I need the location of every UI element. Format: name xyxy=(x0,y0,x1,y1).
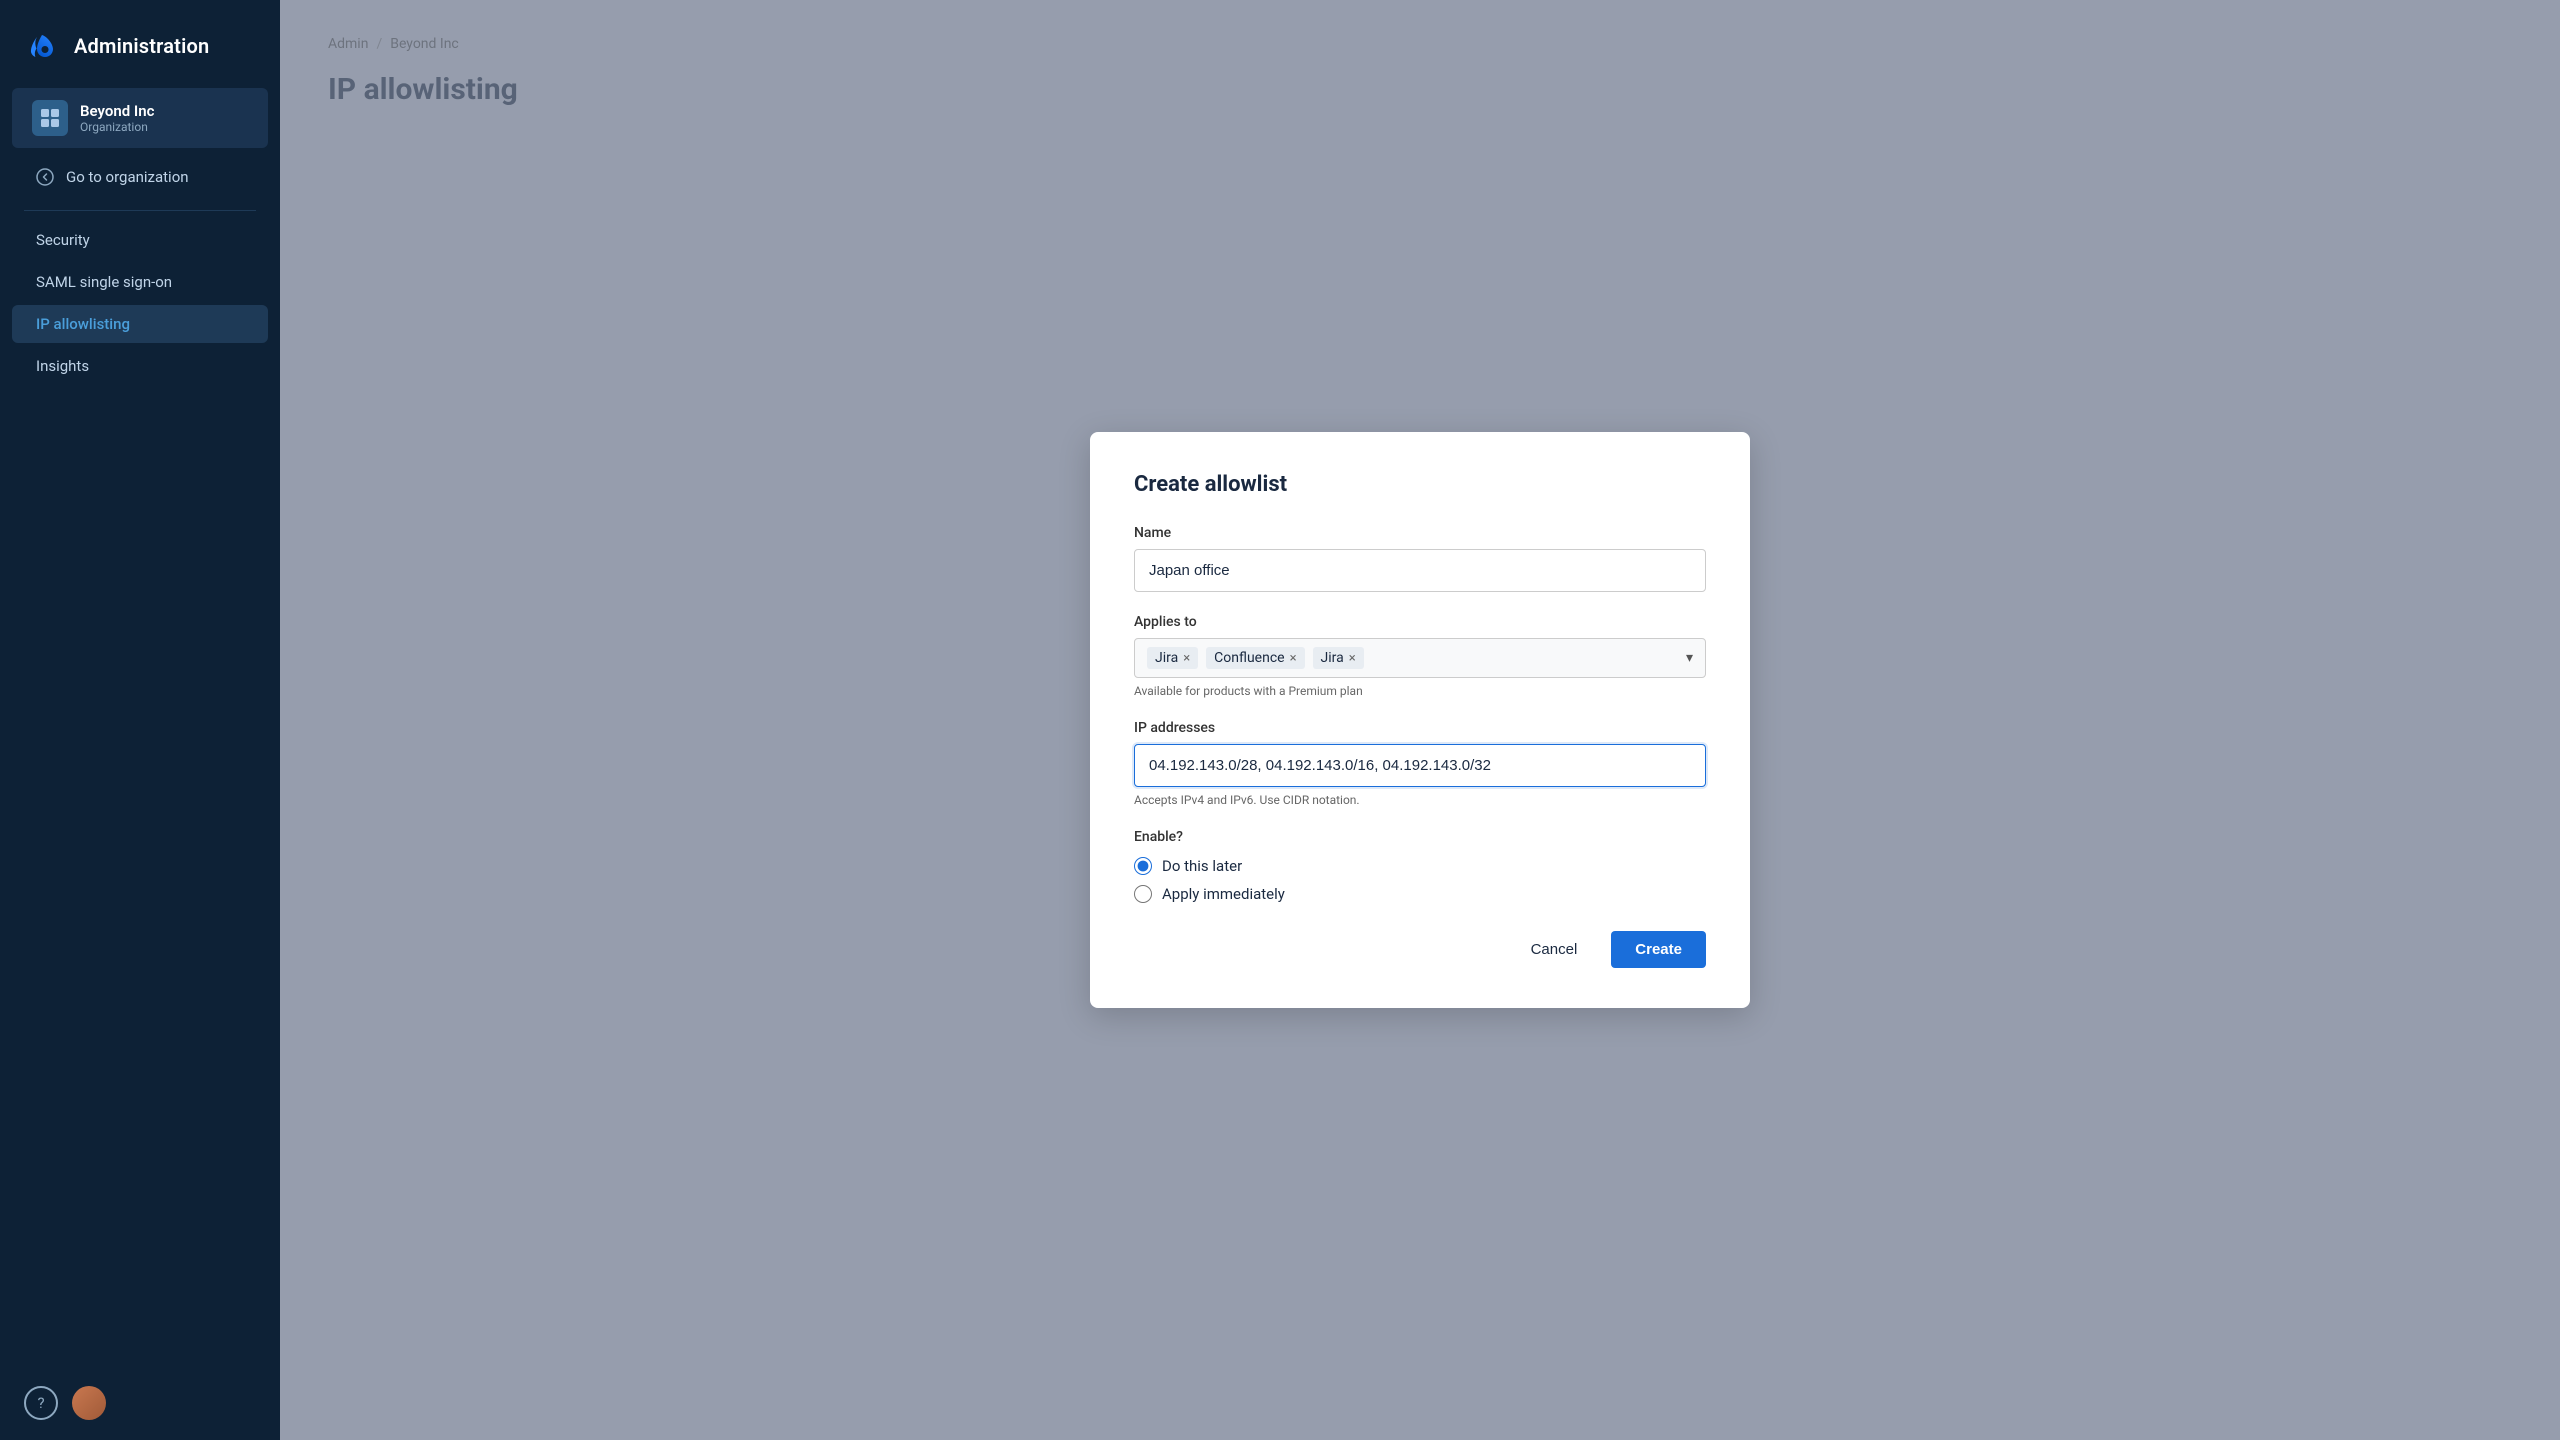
sidebar-app-title: Administration xyxy=(74,34,209,58)
sidebar-divider xyxy=(24,210,256,211)
ip-addresses-label: IP addresses xyxy=(1134,720,1706,736)
tag-jira-1: Jira × xyxy=(1147,647,1198,669)
ip-addresses-hint: Accepts IPv4 and IPv6. Use CIDR notation… xyxy=(1134,793,1706,807)
sidebar-bottom: ? xyxy=(0,1366,280,1440)
modal-overlay: Create allowlist Name Applies to Jira × … xyxy=(280,0,2560,1440)
sidebar-label-insights: Insights xyxy=(36,357,89,375)
sidebar: Administration Beyond Inc Organization G… xyxy=(0,0,280,1440)
name-input[interactable] xyxy=(1134,549,1706,592)
sidebar-item-ip-allowlisting[interactable]: IP allowlisting xyxy=(12,305,268,343)
modal-title: Create allowlist xyxy=(1134,472,1706,497)
applies-to-dropdown[interactable]: Jira × Confluence × Jira × ▾ xyxy=(1134,638,1706,678)
tag-jira-2: Jira × xyxy=(1313,647,1364,669)
avatar-image xyxy=(72,1386,106,1420)
radio-do-later-input[interactable] xyxy=(1134,857,1152,875)
applies-to-form-group: Applies to Jira × Confluence × Jira × ▾ xyxy=(1134,614,1706,698)
sidebar-org[interactable]: Beyond Inc Organization xyxy=(12,88,268,148)
tag-confluence: Confluence × xyxy=(1206,647,1304,669)
org-type: Organization xyxy=(80,120,154,134)
ip-addresses-form-group: IP addresses Accepts IPv4 and IPv6. Use … xyxy=(1134,720,1706,807)
go-to-org-item[interactable]: Go to organization xyxy=(12,156,268,198)
go-to-org-label: Go to organization xyxy=(66,168,189,186)
tag-jira-2-label: Jira xyxy=(1321,650,1344,666)
radio-apply-immediately-label: Apply immediately xyxy=(1162,885,1285,903)
applies-to-label: Applies to xyxy=(1134,614,1706,630)
sidebar-item-saml[interactable]: SAML single sign-on xyxy=(12,263,268,301)
ip-addresses-input[interactable] xyxy=(1134,744,1706,787)
org-info: Beyond Inc Organization xyxy=(80,102,154,134)
create-allowlist-modal: Create allowlist Name Applies to Jira × … xyxy=(1090,432,1750,1008)
applies-to-chevron-icon: ▾ xyxy=(1686,650,1693,666)
radio-do-later-label: Do this later xyxy=(1162,857,1242,875)
sidebar-item-security[interactable]: Security xyxy=(12,221,268,259)
sidebar-label-security: Security xyxy=(36,231,90,249)
tag-confluence-label: Confluence xyxy=(1214,650,1284,666)
tag-jira-1-label: Jira xyxy=(1155,650,1178,666)
modal-footer: Cancel Create xyxy=(1134,931,1706,968)
org-name: Beyond Inc xyxy=(80,102,154,120)
cancel-button[interactable]: Cancel xyxy=(1509,931,1600,968)
radio-apply-immediately-input[interactable] xyxy=(1134,885,1152,903)
org-icon xyxy=(32,100,68,136)
enable-label: Enable? xyxy=(1134,829,1706,845)
tag-confluence-remove[interactable]: × xyxy=(1290,652,1297,665)
create-button[interactable]: Create xyxy=(1611,931,1706,968)
name-label: Name xyxy=(1134,525,1706,541)
sidebar-label-saml: SAML single sign-on xyxy=(36,273,172,291)
name-form-group: Name xyxy=(1134,525,1706,592)
sidebar-label-ip-allowlisting: IP allowlisting xyxy=(36,315,130,333)
atlassian-logo xyxy=(24,28,60,64)
tag-jira-1-remove[interactable]: × xyxy=(1183,652,1190,665)
main-area: Admin / Beyond Inc IP allowlisting Creat… xyxy=(280,0,2560,1440)
back-icon xyxy=(36,168,54,186)
help-button[interactable]: ? xyxy=(24,1386,58,1420)
enable-section: Enable? Do this later Apply immediately xyxy=(1134,829,1706,903)
tag-jira-2-remove[interactable]: × xyxy=(1349,652,1356,665)
radio-group: Do this later Apply immediately xyxy=(1134,857,1706,903)
radio-do-later[interactable]: Do this later xyxy=(1134,857,1706,875)
avatar[interactable] xyxy=(72,1386,106,1420)
sidebar-item-insights[interactable]: Insights xyxy=(12,347,268,385)
radio-apply-immediately[interactable]: Apply immediately xyxy=(1134,885,1706,903)
sidebar-header: Administration xyxy=(0,0,280,88)
applies-to-hint: Available for products with a Premium pl… xyxy=(1134,684,1706,698)
